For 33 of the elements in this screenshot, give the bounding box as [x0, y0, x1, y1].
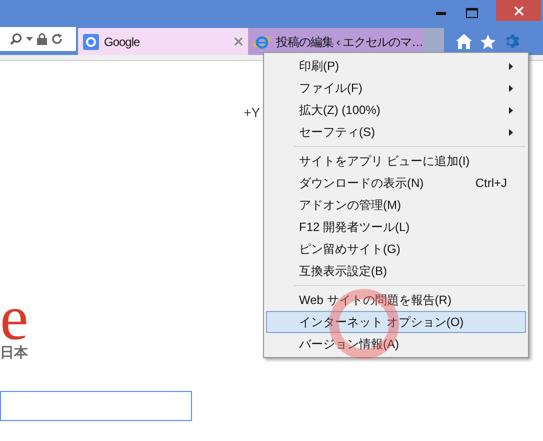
profile-link[interactable]: +Y [244, 103, 260, 122]
tab-title: Google [104, 34, 141, 50]
browser-e-icon [253, 34, 271, 50]
refresh-icon[interactable] [51, 33, 63, 45]
home-icon[interactable] [456, 34, 472, 49]
menu-item[interactable]: 互換表示設定(B) [266, 260, 526, 282]
menu-item[interactable]: セーフティ(S) [266, 121, 526, 143]
address-bar[interactable] [0, 27, 76, 51]
close-tab-icon[interactable] [234, 37, 243, 46]
logo-region-text: 日本 [0, 342, 28, 360]
menu-item[interactable]: バージョン情報(A) [266, 333, 526, 355]
dropdown-caret-icon[interactable] [26, 37, 33, 41]
browser-tab[interactable]: 投稿の編集 ‹ エクセルのマ… [248, 28, 424, 55]
close-button[interactable] [496, 0, 541, 21]
menu-item[interactable]: Web サイトの問題を報告(R) [266, 289, 526, 311]
search-field[interactable] [0, 390, 192, 420]
menu-item[interactable]: インターネット オプション(O) [266, 311, 526, 333]
logo-letter: e [0, 292, 28, 342]
star-icon[interactable] [480, 34, 496, 50]
menu-item[interactable]: ファイル(F) [266, 77, 526, 99]
menu-item[interactable]: 拡大(Z) (100%) [266, 99, 526, 121]
menu-item[interactable]: サイトをアプリ ビューに追加(I) [266, 150, 526, 172]
browser-tab[interactable]: Google [78, 28, 248, 55]
lock-icon [37, 33, 47, 45]
menu-item[interactable]: アドオンの管理(M) [266, 194, 526, 216]
maximize-icon[interactable] [466, 8, 478, 18]
tab-title: 投稿の編集 ‹ エクセルのマ… [276, 34, 424, 50]
menu-item[interactable]: F12 開発者ツール(L) [266, 216, 526, 238]
menu-item[interactable]: 印刷(P) [266, 55, 526, 77]
menu-item[interactable]: ピン留めサイト(G) [266, 238, 526, 260]
search-icon[interactable] [10, 33, 22, 45]
close-icon [514, 6, 524, 16]
menu-item[interactable]: ダウンロードの表示(N) Ctrl+J [266, 172, 526, 194]
